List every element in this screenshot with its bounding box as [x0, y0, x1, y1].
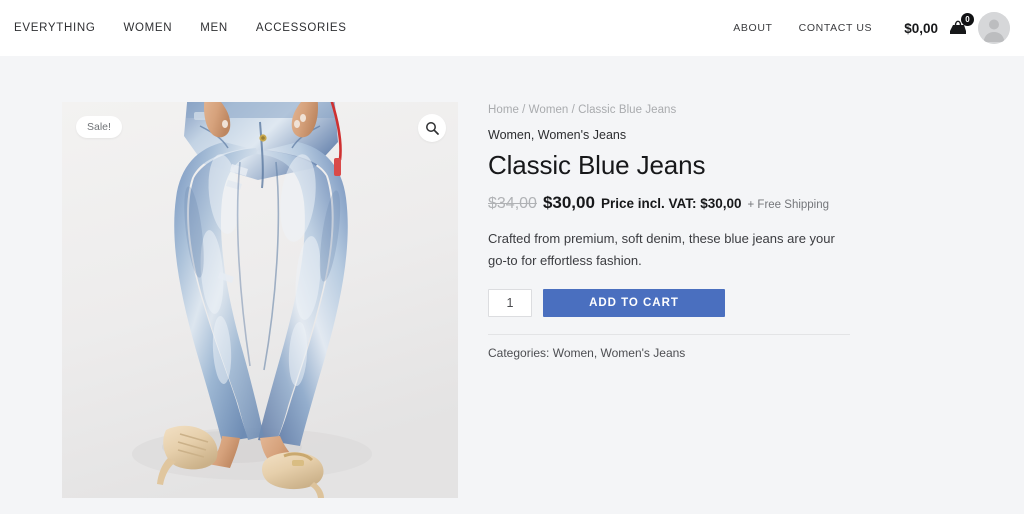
- nav-item-women[interactable]: WOMEN: [123, 22, 172, 34]
- price-row: $34,00 $30,00 Price incl. VAT: $30,00 + …: [488, 193, 850, 213]
- product-category-line[interactable]: Women, Women's Jeans: [488, 128, 850, 142]
- cart-item-count-badge: 0: [961, 13, 974, 26]
- product-image[interactable]: [62, 102, 458, 498]
- search-magnifier-icon[interactable]: [418, 114, 446, 142]
- add-to-cart-button[interactable]: ADD TO CART: [543, 288, 725, 317]
- add-to-cart-form: ADD TO CART: [488, 288, 850, 317]
- cart-total-amount: $0,00: [904, 20, 938, 36]
- product-layout: Sale! Home / Women / Classic Blue Jeans …: [0, 102, 1024, 498]
- primary-navigation: EVERYTHING WOMEN MEN ACCESSORIES: [14, 22, 347, 34]
- product-description: Crafted from premium, soft denim, these …: [488, 231, 835, 269]
- user-avatar-icon[interactable]: [978, 12, 1010, 44]
- nav-item-contact-us[interactable]: CONTACT US: [799, 22, 873, 34]
- price-sale: $30,00: [542, 193, 595, 213]
- quantity-input[interactable]: [488, 288, 532, 317]
- price-vat-note: Price incl. VAT: $30,00: [600, 196, 742, 212]
- breadcrumb[interactable]: Home / Women / Classic Blue Jeans: [488, 104, 850, 116]
- nav-item-about[interactable]: ABOUT: [733, 22, 772, 34]
- site-header: EVERYTHING WOMEN MEN ACCESSORIES ABOUT C…: [0, 0, 1024, 56]
- product-gallery[interactable]: Sale!: [62, 102, 458, 498]
- cart-widget[interactable]: $0,00 0: [904, 12, 1010, 44]
- categories-label: Categories:: [488, 345, 550, 360]
- secondary-navigation: ABOUT CONTACT US $0,00 0: [733, 12, 1010, 44]
- shopping-cart-icon[interactable]: 0: [947, 13, 974, 39]
- product-summary: Home / Women / Classic Blue Jeans Women,…: [458, 102, 850, 360]
- price-shipping-note: + Free Shipping: [747, 199, 830, 212]
- categories-value[interactable]: Women, Women's Jeans: [553, 346, 686, 360]
- nav-item-accessories[interactable]: ACCESSORIES: [256, 22, 347, 34]
- summary-divider: [488, 333, 850, 335]
- nav-item-men[interactable]: MEN: [200, 22, 228, 34]
- price-original: $34,00: [488, 195, 537, 213]
- sale-badge: Sale!: [76, 116, 122, 138]
- page-title: Classic Blue Jeans: [488, 150, 706, 180]
- main-content: Sale! Home / Women / Classic Blue Jeans …: [0, 56, 1024, 498]
- nav-item-everything[interactable]: EVERYTHING: [14, 22, 95, 34]
- product-categories: Categories: Women, Women's Jeans: [488, 346, 850, 360]
